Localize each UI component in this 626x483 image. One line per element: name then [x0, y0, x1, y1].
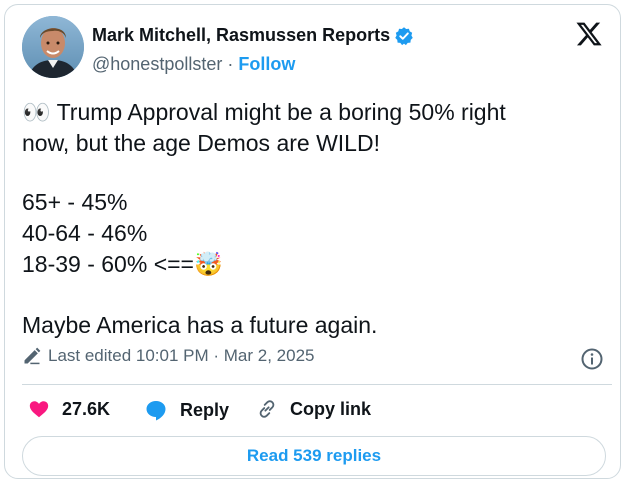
- edited-text[interactable]: Last edited 10:01 PM · Mar 2, 2025: [48, 346, 315, 366]
- tweet-text-line-2: now, but the age Demos are WILD!: [22, 130, 380, 156]
- reply-label: Reply: [180, 399, 230, 420]
- copy-link-button[interactable]: Copy link: [256, 398, 371, 420]
- reply-bubble-icon: [146, 401, 166, 421]
- separator-dot: ·: [227, 54, 234, 74]
- tweet-text-line-1: 👀 Trump Approval might be a boring 50% r…: [22, 99, 506, 125]
- read-replies-button[interactable]: Read 539 replies: [22, 436, 606, 476]
- divider: [22, 384, 612, 385]
- copy-link-label: Copy link: [290, 398, 372, 419]
- read-replies-label: Read 539 replies: [246, 446, 382, 465]
- pencil-icon: [24, 347, 41, 365]
- like-count: 27.6K: [62, 398, 111, 419]
- heart-icon: [29, 401, 49, 418]
- like-button[interactable]: 27.6K: [28, 398, 110, 420]
- link-icon: [259, 400, 275, 418]
- action-bar: 27.6K Reply Copy link: [0, 398, 626, 426]
- author-handle[interactable]: @honestpollster: [92, 54, 222, 74]
- reply-button[interactable]: Reply: [144, 398, 229, 422]
- avatar[interactable]: [22, 16, 84, 78]
- tweet-closing-line: Maybe America has a future again.: [22, 312, 378, 338]
- verified-badge-icon: [395, 26, 413, 45]
- stat-line: 65+ - 45%: [22, 189, 128, 215]
- info-icon[interactable]: [580, 347, 604, 371]
- stat-line: 40-64 - 46%: [22, 220, 148, 246]
- handle-row: @honestpollster · Follow: [92, 54, 295, 75]
- author-name[interactable]: Mark Mitchell, Rasmussen Reports: [92, 25, 390, 46]
- stat-line: 18-39 - 60% <==🤯: [22, 251, 223, 277]
- x-logo-icon[interactable]: [574, 20, 604, 48]
- author-name-row: Mark Mitchell, Rasmussen Reports: [92, 25, 414, 46]
- edit-timestamp: Last edited 10:01 PM · Mar 2, 2025: [22, 346, 315, 366]
- follow-button[interactable]: Follow: [238, 54, 295, 74]
